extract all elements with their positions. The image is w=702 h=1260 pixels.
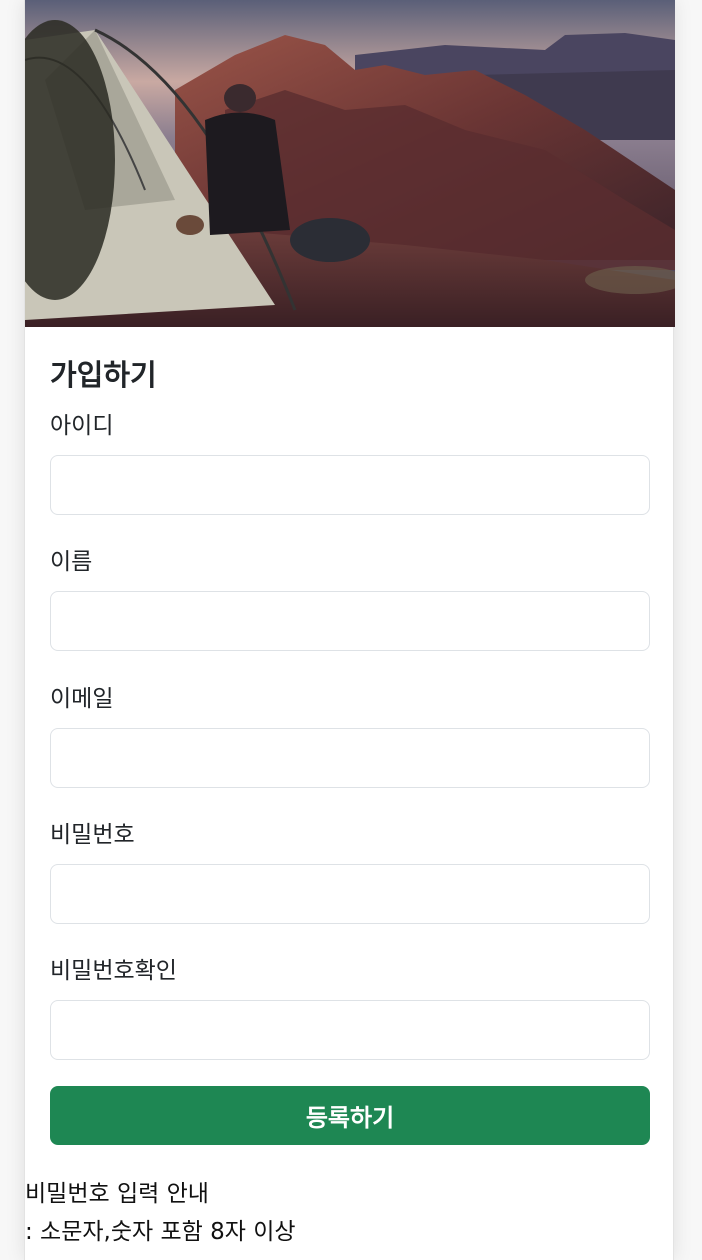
hero-image — [25, 0, 675, 327]
password-confirm-label: 비밀번호확인 — [50, 958, 177, 984]
hero-photo-illustration — [25, 0, 675, 327]
userid-label: 아이디 — [50, 413, 114, 439]
userid-input[interactable] — [50, 455, 650, 515]
password-confirm-input[interactable] — [50, 1000, 650, 1060]
register-button[interactable]: 등록하기 — [50, 1086, 650, 1145]
name-label: 이름 — [50, 549, 93, 575]
page-title: 가입하기 — [50, 358, 157, 392]
signup-card: 가입하기 아이디 이름 이메일 비밀번호 비밀번호확인 등록하기 비밀번호 입력… — [24, 0, 675, 1260]
name-input[interactable] — [50, 591, 650, 651]
password-notice-title: 비밀번호 입력 안내 — [25, 1181, 209, 1207]
password-notice-detail: : 소문자,숫자 포함 8자 이상 — [25, 1219, 296, 1245]
password-label: 비밀번호 — [50, 822, 135, 848]
email-input[interactable] — [50, 728, 650, 788]
password-input[interactable] — [50, 864, 650, 924]
email-label: 이메일 — [50, 686, 114, 712]
